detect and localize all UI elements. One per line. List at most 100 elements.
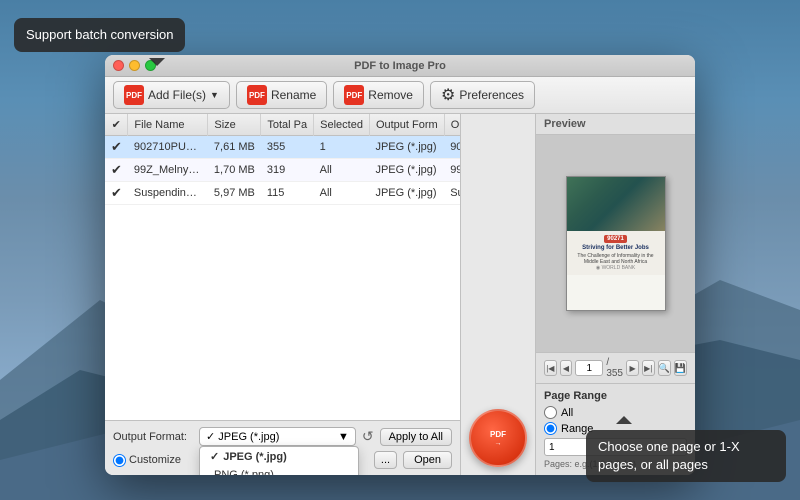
next-page-button[interactable]: ▶ xyxy=(626,360,639,376)
row-output: Suspending-Suspicious-Tr... xyxy=(444,182,460,205)
checkmark-icon: ✓ xyxy=(210,450,219,463)
last-page-button[interactable]: ▶| xyxy=(642,360,655,376)
format-option[interactable]: ✓ JPEG (*.jpg) xyxy=(200,447,358,466)
file-table: ✔ File Name Size Total Pa Selected Outpu… xyxy=(105,114,460,420)
rename-icon: PDF xyxy=(247,85,267,105)
remove-label: Remove xyxy=(368,88,413,102)
row-output: 902710PUB0Box30see0als... xyxy=(444,136,460,159)
convert-arrow-icon: → xyxy=(490,440,506,447)
app-window: PDF to Image Pro PDF Add File(s) ▼ PDF R… xyxy=(105,55,695,475)
preview-label: Preview xyxy=(536,114,695,135)
page-number-input[interactable] xyxy=(575,360,603,376)
preview-panel: Preview 90271 Striving for Better Jobs T… xyxy=(535,114,695,475)
all-pages-label[interactable]: All xyxy=(561,407,573,419)
book-cover-text-area: 90271 Striving for Better Jobs The Chall… xyxy=(567,231,665,275)
format-select-container: ✓ JPEG (*.jpg) ▼ ✓ JPEG (*.jpg) PNG (*.p… xyxy=(199,427,356,446)
add-files-label: Add File(s) xyxy=(148,88,206,102)
row-total: 115 xyxy=(261,182,314,205)
save-preview-button[interactable]: 💾 xyxy=(674,360,687,376)
toolbar: PDF Add File(s) ▼ PDF Rename PDF Remove … xyxy=(105,77,695,114)
book-logo: ◉ WORLD BANK xyxy=(596,265,635,271)
row-total: 319 xyxy=(261,159,314,182)
convert-button-area: PDF → xyxy=(460,114,535,475)
page-navigation: |◀ ◀ / 355 ▶ ▶| 🔍 💾 xyxy=(536,352,695,383)
format-dropdown-arrow: ▼ xyxy=(338,431,349,443)
row-checkbox[interactable]: ✔ xyxy=(105,136,128,159)
page-range-tooltip: Choose one page or 1-X pages, or all pag… xyxy=(586,430,786,482)
book-cover-placeholder xyxy=(567,177,665,231)
output-format-label: Output Format: xyxy=(113,431,193,443)
bottom-controls: Output Format: ✓ JPEG (*.jpg) ▼ ✓ JPEG (… xyxy=(105,420,460,475)
rename-label: Rename xyxy=(271,88,316,102)
col-output: Output Name xyxy=(444,114,460,136)
row-output: 99Z_Melnyk_2014-Film_an... xyxy=(444,159,460,182)
preview-thumbnail: 90271 Striving for Better Jobs The Chall… xyxy=(566,176,666,311)
row-filename: 902710PUB0Box30se... xyxy=(128,136,208,159)
customize-radio-label[interactable]: Customize xyxy=(113,454,181,467)
col-total: Total Pa xyxy=(261,114,314,136)
row-filename: 99Z_Melnyk_2014-Fil... xyxy=(128,159,208,182)
refresh-icon[interactable]: ↺ xyxy=(362,428,374,445)
window-title: PDF to Image Pro xyxy=(354,60,446,72)
file-list-area: ✔ File Name Size Total Pa Selected Outpu… xyxy=(105,114,460,475)
rename-button[interactable]: PDF Rename xyxy=(236,81,327,109)
book-subtitle: The Challenge of Informality in the Midd… xyxy=(571,253,661,265)
row-selected: 1 xyxy=(314,136,370,159)
dropdown-arrow-icon: ▼ xyxy=(210,90,219,100)
row-selected: All xyxy=(314,182,370,205)
apply-all-button[interactable]: Apply to All xyxy=(380,428,452,446)
row-filename: Suspending-Suspicio... xyxy=(128,182,208,205)
range-radio[interactable] xyxy=(544,422,557,435)
main-content: ✔ File Name Size Total Pa Selected Outpu… xyxy=(105,114,695,475)
format-select[interactable]: ✓ JPEG (*.jpg) ▼ xyxy=(199,427,356,446)
row-total: 355 xyxy=(261,136,314,159)
open-button[interactable]: Open xyxy=(403,451,452,469)
preview-image-area: 90271 Striving for Better Jobs The Chall… xyxy=(536,135,695,352)
table-row[interactable]: ✔ 99Z_Melnyk_2014-Fil... 1,70 MB 319 All… xyxy=(105,159,460,182)
remove-button[interactable]: PDF Remove xyxy=(333,81,424,109)
row-format: JPEG (*.jpg) xyxy=(369,182,444,205)
tooltip2-text: Choose one page or 1-X pages, or all pag… xyxy=(598,439,740,472)
page-range-title: Page Range xyxy=(544,390,687,402)
output-format-row: Output Format: ✓ JPEG (*.jpg) ▼ ✓ JPEG (… xyxy=(113,427,452,446)
row-format: JPEG (*.jpg) xyxy=(369,136,444,159)
batch-conversion-tooltip: Support batch conversion xyxy=(14,18,185,52)
minimize-button[interactable] xyxy=(129,60,140,71)
customize-label-text: Customize xyxy=(129,454,181,466)
book-badge: 90271 xyxy=(604,235,627,243)
row-size: 1,70 MB xyxy=(208,159,261,182)
title-bar: PDF to Image Pro xyxy=(105,55,695,77)
add-files-button[interactable]: PDF Add File(s) ▼ xyxy=(113,81,230,109)
row-checkbox[interactable]: ✔ xyxy=(105,159,128,182)
first-page-button[interactable]: |◀ xyxy=(544,360,557,376)
book-cover-image xyxy=(567,177,665,231)
col-format: Output Form xyxy=(369,114,444,136)
add-files-icon: PDF xyxy=(124,85,144,105)
browse-button[interactable]: ... xyxy=(374,451,397,469)
format-dropdown: ✓ JPEG (*.jpg) PNG (*.png) GIF (*.gif) B… xyxy=(199,446,359,475)
row-checkbox[interactable]: ✔ xyxy=(105,182,128,205)
convert-icon-text: PDF xyxy=(490,430,506,439)
all-pages-radio[interactable] xyxy=(544,406,557,419)
row-selected: All xyxy=(314,159,370,182)
preferences-button[interactable]: ⚙ Preferences xyxy=(430,81,535,109)
col-filename: File Name xyxy=(128,114,208,136)
format-option[interactable]: PNG (*.png) xyxy=(200,466,358,475)
convert-button[interactable]: PDF → xyxy=(469,409,527,467)
close-button[interactable] xyxy=(113,60,124,71)
tooltip1-text: Support batch conversion xyxy=(26,27,173,42)
zoom-in-button[interactable]: 🔍 xyxy=(658,360,671,376)
customize-radio[interactable] xyxy=(113,454,126,467)
row-size: 7,61 MB xyxy=(208,136,261,159)
preferences-label: Preferences xyxy=(459,88,524,102)
col-size: Size xyxy=(208,114,261,136)
row-size: 5,97 MB xyxy=(208,182,261,205)
book-title: Striving for Better Jobs xyxy=(582,245,649,252)
col-checkbox: ✔ xyxy=(105,114,128,136)
table-row[interactable]: ✔ 902710PUB0Box30se... 7,61 MB 355 1 JPE… xyxy=(105,136,460,159)
remove-icon: PDF xyxy=(344,85,364,105)
format-selected-text: ✓ JPEG (*.jpg) xyxy=(206,430,279,443)
col-selected: Selected xyxy=(314,114,370,136)
table-row[interactable]: ✔ Suspending-Suspicio... 5,97 MB 115 All… xyxy=(105,182,460,205)
prev-page-button[interactable]: ◀ xyxy=(560,360,573,376)
